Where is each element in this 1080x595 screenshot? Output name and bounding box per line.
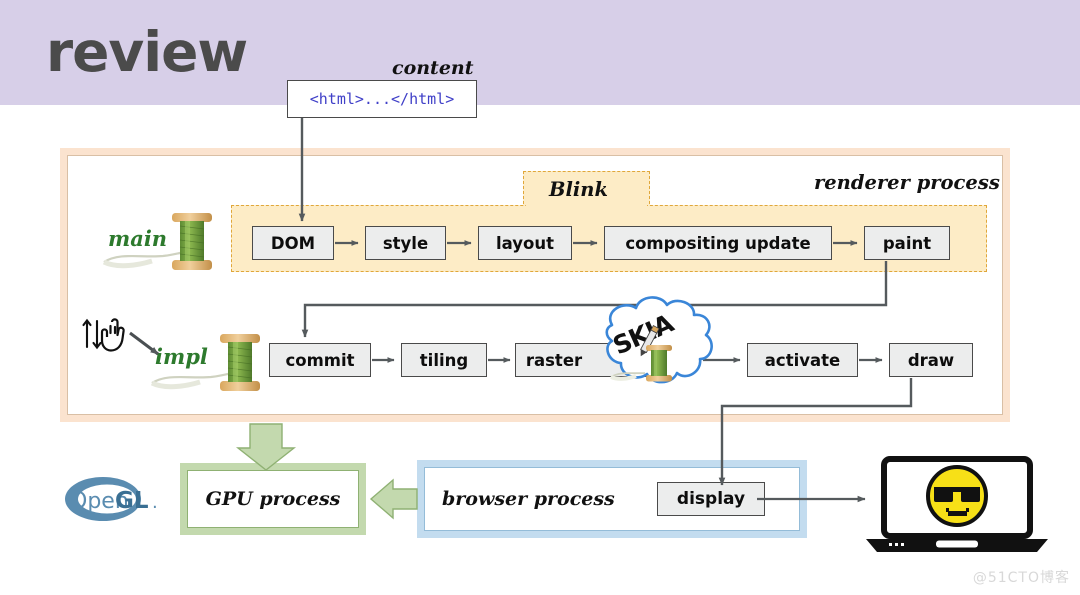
browser-process-container[interactable]: browser process display <box>417 460 807 538</box>
pipeline-box-layout[interactable]: layout <box>478 226 572 260</box>
pipeline-box-compositing-update[interactable]: compositing update <box>604 226 832 260</box>
pipeline-box-raster[interactable]: raster <box>515 343 655 377</box>
blink-tab-seam <box>526 203 647 209</box>
pipeline-box-style[interactable]: style <box>365 226 446 260</box>
display-box[interactable]: display <box>657 482 765 516</box>
gpu-process-label: GPU process <box>187 470 359 528</box>
pipeline-box-activate[interactable]: activate <box>747 343 858 377</box>
opengl-logo: Open GL . <box>65 477 158 521</box>
content-html-box: <html>...</html> <box>287 80 477 118</box>
pipeline-box-tiling[interactable]: tiling <box>401 343 487 377</box>
renderer-process-label: renderer process <box>814 171 1000 194</box>
impl-thread-label: impl <box>155 344 208 369</box>
gpu-process-container[interactable]: GPU process <box>180 463 366 535</box>
browser-process-label: browser process <box>442 488 615 510</box>
blink-label: Blink <box>549 178 608 201</box>
browser-process-inner: browser process display <box>424 467 800 531</box>
slide-canvas: review content <html>...</html> renderer… <box>0 0 1080 595</box>
cool-emoji-icon <box>926 465 988 527</box>
opengl-text-open: Open <box>70 489 129 514</box>
pipeline-box-paint[interactable]: paint <box>864 226 950 260</box>
block-arrow-browser-to-gpu <box>369 478 418 520</box>
watermark: @51CTO博客 <box>972 570 1070 586</box>
opengl-text-gl: GL <box>115 488 149 514</box>
pipeline-box-raster-label: raster <box>525 350 583 370</box>
pipeline-box-commit[interactable]: commit <box>269 343 371 377</box>
content-label: content <box>392 57 474 79</box>
pipeline-box-dom[interactable]: DOM <box>252 226 334 260</box>
main-thread-label: main <box>108 226 168 251</box>
opengl-text-dot: . <box>152 492 158 513</box>
page-title: review <box>46 20 248 84</box>
laptop-icon <box>866 456 1048 552</box>
pipeline-box-draw[interactable]: draw <box>889 343 973 377</box>
